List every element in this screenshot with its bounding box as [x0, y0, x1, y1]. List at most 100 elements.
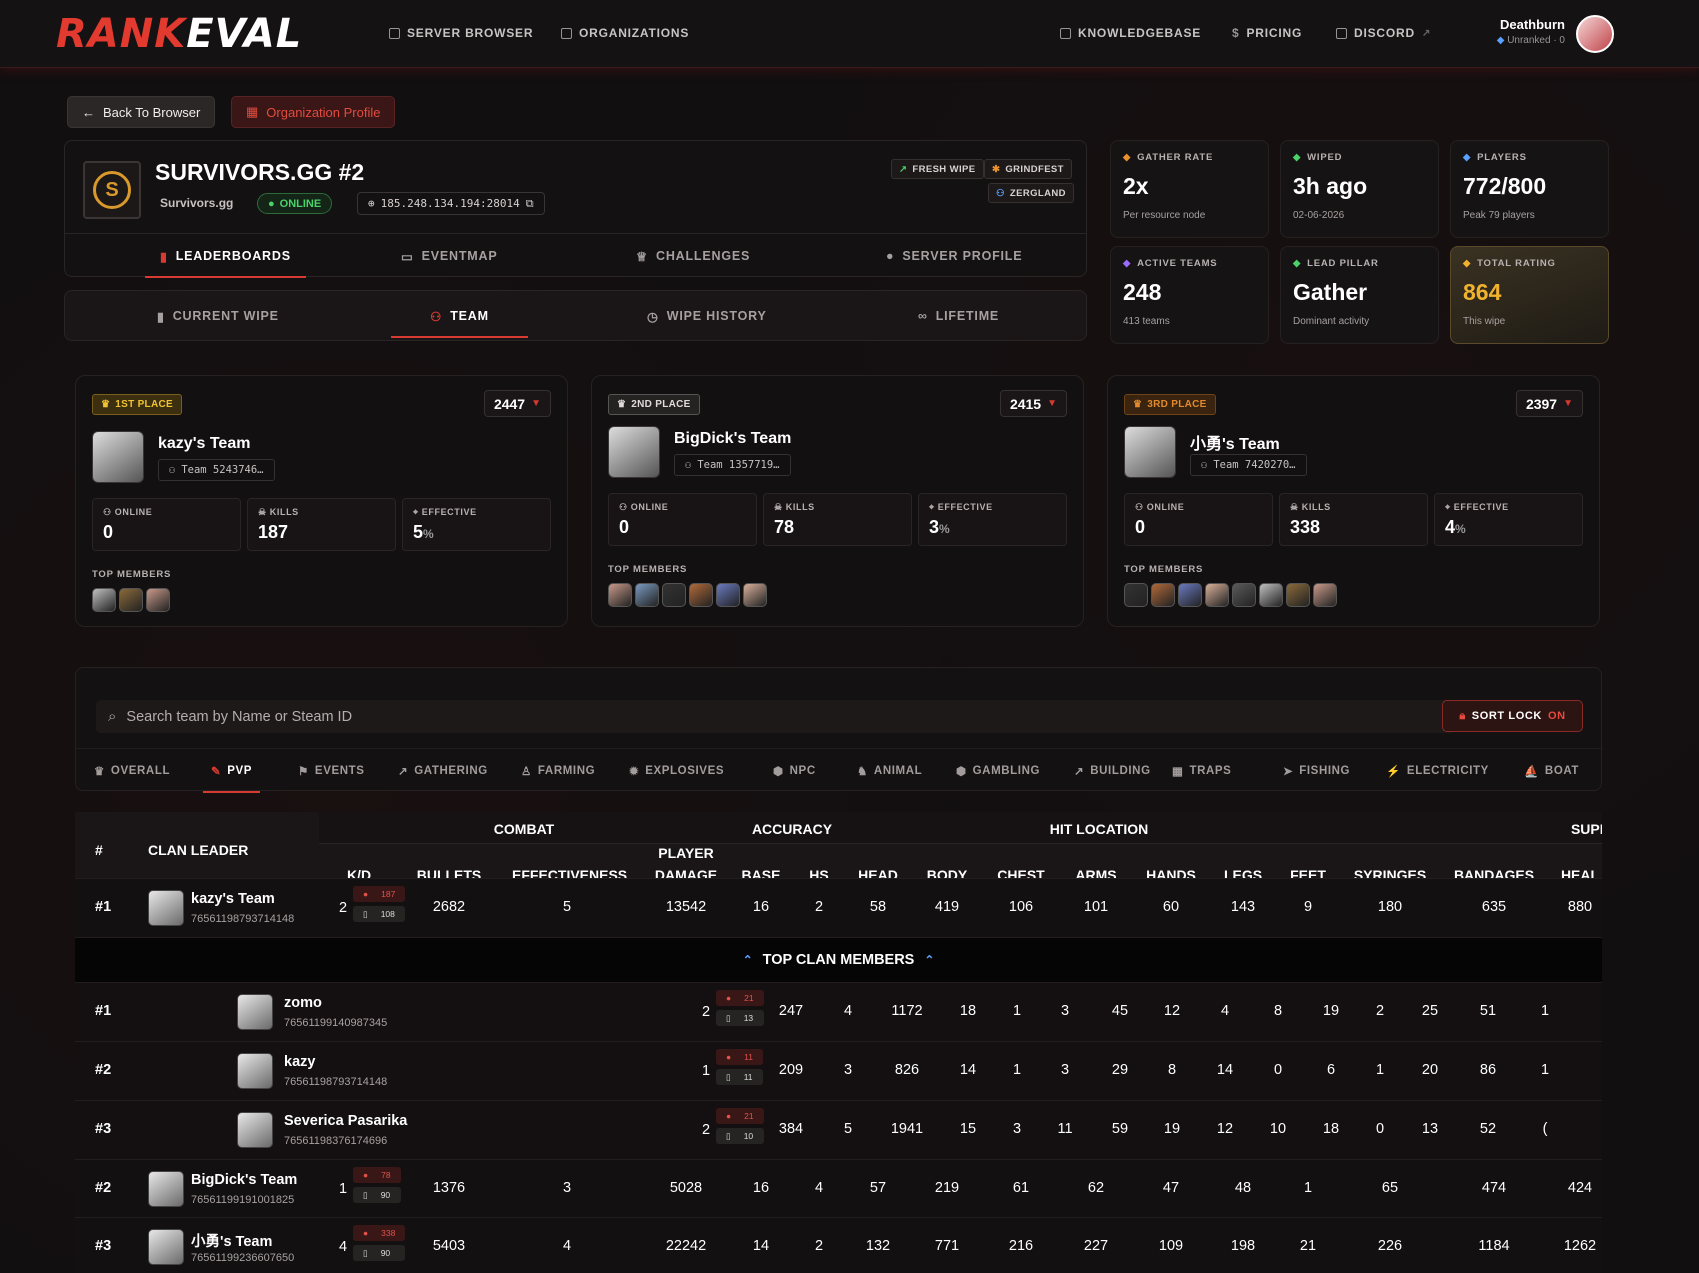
team-card-1[interactable]: ♛ 1ST PLACE 2447 ▼ kazy's Team ⚇ Team 52437…	[75, 375, 568, 627]
category-pvp[interactable]: ✎ PVP	[202, 749, 261, 793]
category-gambling[interactable]: ⬢ GAMBLING	[956, 749, 1040, 793]
back-to-browser-button[interactable]: ← Back To Browser	[67, 96, 216, 128]
member-avatar[interactable]	[119, 588, 143, 612]
clan-row[interactable]: #1 kazy's Team 76561198793714148 2 ● 187 ▯…	[75, 878, 1602, 937]
deaths-count: 90	[380, 1248, 391, 1258]
member-avatar[interactable]	[146, 588, 170, 612]
grave-icon: ▯	[726, 1130, 731, 1141]
tab-leaderboards[interactable]: ▮ LEADERBOARDS	[145, 234, 306, 278]
subtab-team[interactable]: ⚇ TEAM	[391, 294, 528, 338]
user-info[interactable]: Deathburn ◆ Unranked · 0	[1497, 17, 1565, 46]
kills-count: 187	[381, 889, 396, 899]
row-value: 3	[562, 1180, 572, 1196]
category-events[interactable]: ⚑ EVENTS	[298, 749, 365, 793]
rankeval-logo[interactable]: RANKEVAL	[56, 14, 302, 54]
row-value: 9	[1303, 899, 1313, 915]
mini-value: 0	[619, 517, 630, 537]
lock-icon: 🔒︎	[1459, 709, 1466, 722]
category-boat[interactable]: ⛵ BOAT	[1524, 749, 1579, 793]
member-avatar[interactable]	[716, 583, 740, 607]
server-org[interactable]: Survivors.gg	[160, 196, 233, 210]
row-value: 58	[869, 899, 887, 915]
nav-pricing[interactable]: $ PRICING	[1232, 26, 1302, 40]
row-name[interactable]: zomo	[284, 995, 322, 1011]
nav-knowledgebase[interactable]: KNOWLEDGEBASE	[1060, 26, 1201, 40]
subtab-wipe-history[interactable]: ◷ WIPE HISTORY	[647, 294, 767, 338]
category-label: TRAPS	[1189, 765, 1232, 777]
member-avatar[interactable]	[689, 583, 713, 607]
header-clan-leader[interactable]: CLAN LEADER	[148, 842, 248, 858]
clan-row[interactable]: #2 BigDick's Team 76561199191001825 1 ● 7…	[75, 1159, 1602, 1218]
sort-lock-toggle[interactable]: 🔒︎ SORT LOCK ON	[1442, 700, 1583, 732]
user-avatar[interactable]	[1576, 15, 1614, 53]
top-clan-members-toggle[interactable]: ⌃ TOP CLAN MEMBERS ⌃	[75, 937, 1602, 982]
nav-discord[interactable]: DISCORD ↗	[1336, 26, 1431, 40]
tab-eventmap[interactable]: ▭ EVENTMAP	[401, 234, 497, 278]
search-input[interactable]: ⌕ Search team by Name or Steam ID	[96, 700, 1456, 733]
skull-icon: ☠	[774, 502, 786, 512]
mini-value: 187	[258, 522, 289, 542]
member-avatar[interactable]	[662, 583, 686, 607]
category-traps[interactable]: ▦ TRAPS	[1172, 749, 1231, 793]
member-avatar[interactable]	[608, 583, 632, 607]
top-members-list	[1124, 583, 1337, 607]
member-row[interactable]: #3 Severica Pasarika 76561198376174696 2…	[75, 1100, 1602, 1159]
member-avatar[interactable]	[743, 583, 767, 607]
member-avatar[interactable]	[1313, 583, 1337, 607]
category-electricity[interactable]: ⚡ ELECTRICITY	[1386, 749, 1489, 793]
copy-icon[interactable]: ⧉	[526, 197, 534, 211]
team-card-3[interactable]: ♛ 3RD PLACE 2397 ▼ 小勇's Team ⚇ Team 7420270…	[1107, 375, 1600, 627]
member-avatar[interactable]	[1286, 583, 1310, 607]
row-name[interactable]: 小勇's Team	[191, 1230, 272, 1251]
member-avatar[interactable]	[1178, 583, 1202, 607]
category-animal[interactable]: ♞ ANIMAL	[857, 749, 922, 793]
row-name[interactable]: kazy	[284, 1054, 315, 1070]
tab-challenges[interactable]: ♕ CHALLENGES	[636, 234, 750, 278]
bar-chart-icon: ▮	[157, 309, 165, 324]
member-avatar[interactable]	[92, 588, 116, 612]
stat-desc: Per resource node	[1123, 210, 1206, 221]
row-name[interactable]: BigDick's Team	[191, 1172, 297, 1188]
subtab-current-wipe[interactable]: ▮ CURRENT WIPE	[157, 294, 279, 338]
category-overall[interactable]: ♛ OVERALL	[94, 749, 170, 793]
organization-profile-button[interactable]: ▦ Organization Profile	[231, 96, 396, 128]
category-tabs: ♛ OVERALL ✎ PVP ⚑ EVENTS ↗ GATHERING ♙ FARMING ✹ EX…	[76, 748, 1603, 793]
category-fishing[interactable]: ➤ FISHING	[1283, 749, 1350, 793]
category-building[interactable]: ↗ BUILDING	[1074, 749, 1151, 793]
category-farming[interactable]: ♙ FARMING	[521, 749, 595, 793]
member-avatar[interactable]	[1259, 583, 1283, 607]
row-name[interactable]: kazy's Team	[191, 891, 275, 907]
clan-row[interactable]: #3 小勇's Team 76561199236607650 4 ● 338 ▯ 90…	[75, 1217, 1602, 1273]
member-avatar[interactable]	[1205, 583, 1229, 607]
users-icon: ⚇	[1201, 459, 1208, 471]
member-avatar[interactable]	[1232, 583, 1256, 607]
book-icon	[1060, 27, 1071, 39]
category-gathering[interactable]: ↗ GATHERING	[398, 749, 488, 793]
team-id-label: Team 5243746…	[181, 464, 264, 476]
row-name[interactable]: Severica Pasarika	[284, 1113, 407, 1129]
row-value: 21	[1299, 1238, 1317, 1254]
team-card-2[interactable]: ♛ 2ND PLACE 2415 ▼ BigDick's Team ⚇ Team 13…	[591, 375, 1084, 627]
users-icon: ⚇	[169, 464, 176, 476]
row-value: 109	[1158, 1238, 1184, 1254]
nav-server-browser[interactable]: SERVER BROWSER	[389, 26, 533, 40]
stat-desc: 02-06-2026	[1293, 210, 1345, 221]
category-npc[interactable]: ⬢ NPC	[773, 749, 816, 793]
row-avatar	[237, 1112, 273, 1148]
member-row[interactable]: #1 zomo 76561199140987345 2 ● 21 ▯ 13 247 4 11…	[75, 982, 1602, 1041]
member-row[interactable]: #2 kazy 76561198793714148 1 ● 11 ▯ 11 209 3 82…	[75, 1041, 1602, 1100]
server-ip-copy[interactable]: ⊕ 185.248.134.194:28014 ⧉	[357, 192, 545, 215]
place-badge: ♛ 1ST PLACE	[92, 394, 182, 415]
rating-value: 2447	[493, 395, 526, 412]
nav-organizations[interactable]: ORGANIZATIONS	[561, 26, 689, 40]
medal-icon: ♛	[1133, 399, 1143, 410]
member-avatar[interactable]	[1124, 583, 1148, 607]
user-rank: ◆ Unranked · 0	[1497, 35, 1565, 46]
tab-label: WIPE HISTORY	[666, 309, 767, 323]
category-explosives[interactable]: ✹ EXPLOSIVES	[629, 749, 724, 793]
member-avatar[interactable]	[635, 583, 659, 607]
tab-server-profile[interactable]: ● SERVER PROFILE	[886, 234, 1022, 278]
kills-stat: ☠ KILLS 338	[1279, 493, 1428, 546]
member-avatar[interactable]	[1151, 583, 1175, 607]
subtab-lifetime[interactable]: ∞ LIFETIME	[918, 294, 999, 338]
